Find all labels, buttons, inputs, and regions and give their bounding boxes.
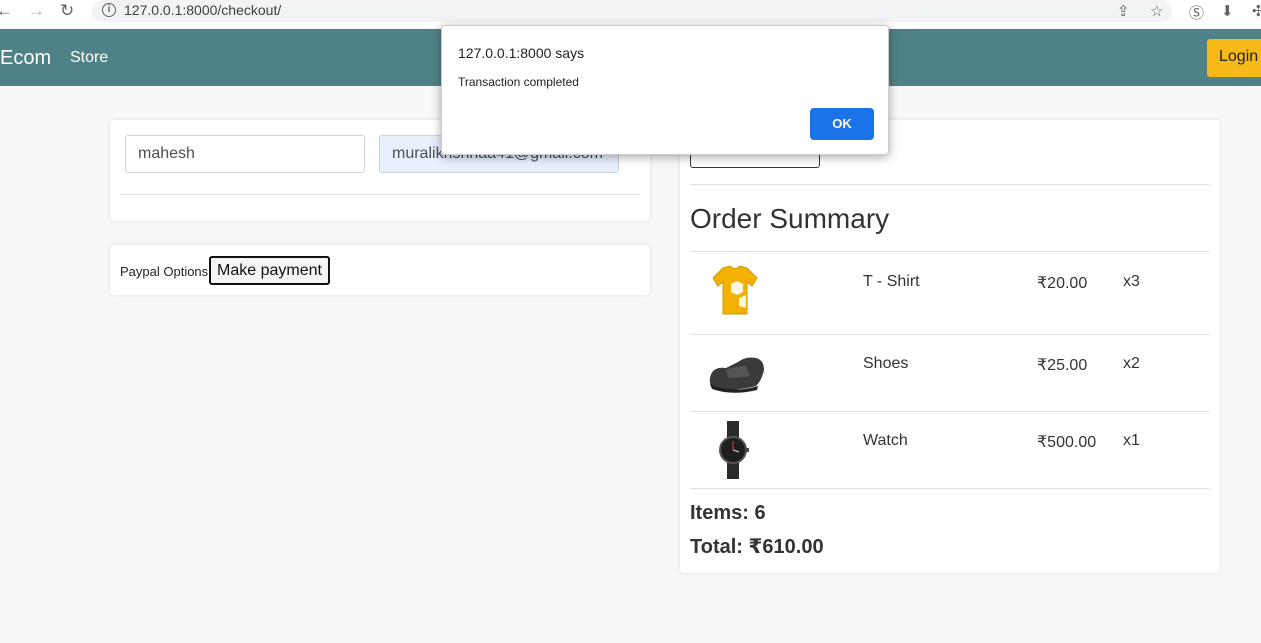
- name-input[interactable]: mahesh: [125, 135, 365, 173]
- share-icon[interactable]: ⇪: [1117, 2, 1130, 20]
- alert-dialog: 127.0.0.1:8000 says Transaction complete…: [441, 25, 889, 155]
- puzzle-extension-icon[interactable]: ✣: [1252, 2, 1261, 20]
- order-summary-card: Order Summary T - Shirt ₹20.00 x3 Shoes …: [680, 120, 1220, 573]
- item-name: Watch: [863, 432, 908, 449]
- row-divider: [690, 488, 1210, 489]
- paypal-options-label: Paypal Options: [120, 264, 209, 279]
- item-price: ₹25.00: [1037, 357, 1088, 374]
- url-text[interactable]: 127.0.0.1:8000/checkout/: [124, 2, 281, 18]
- summary-title: Order Summary: [690, 203, 890, 234]
- order-item-row: Shoes ₹25.00 x2: [690, 334, 1210, 411]
- payment-options-card: Paypal Options Make payment: [110, 245, 650, 295]
- bookmark-star-icon[interactable]: ☆: [1150, 2, 1163, 20]
- alert-ok-button[interactable]: OK: [810, 108, 874, 140]
- site-info-icon[interactable]: i: [102, 3, 116, 17]
- login-button[interactable]: Login: [1207, 39, 1261, 77]
- watch-icon: [702, 421, 768, 479]
- item-name: Shoes: [863, 355, 909, 372]
- browser-toolbar: ← → ↻ i 127.0.0.1:8000/checkout/ ⇪ ☆ Ⓢ ⬇…: [0, 0, 1261, 28]
- items-count: Items: 6: [690, 502, 766, 524]
- brand-logo[interactable]: Ecom: [0, 47, 51, 70]
- alert-message: Transaction completed: [458, 75, 579, 89]
- summary-divider: [690, 184, 1210, 185]
- skype-extension-icon[interactable]: Ⓢ: [1189, 2, 1204, 23]
- item-name: T - Shirt: [863, 273, 920, 290]
- order-item-row: Watch ₹500.00 x1: [690, 411, 1210, 488]
- forward-arrow-icon[interactable]: →: [28, 2, 45, 20]
- order-total: Total: ₹610.00: [690, 536, 824, 558]
- store-link[interactable]: Store: [70, 49, 108, 67]
- item-quantity: x3: [1123, 273, 1140, 290]
- alert-title: 127.0.0.1:8000 says: [458, 45, 585, 61]
- item-quantity: x2: [1123, 355, 1140, 372]
- download-extension-icon[interactable]: ⬇: [1221, 2, 1234, 20]
- item-price: ₹500.00: [1037, 434, 1097, 451]
- shoe-icon: [702, 344, 768, 402]
- back-arrow-icon[interactable]: ←: [0, 2, 13, 20]
- make-payment-button[interactable]: Make payment: [209, 256, 330, 285]
- form-divider: [120, 194, 640, 195]
- item-quantity: x1: [1123, 432, 1140, 449]
- tshirt-icon: [702, 262, 768, 320]
- reload-icon[interactable]: ↻: [60, 2, 74, 20]
- order-item-row: T - Shirt ₹20.00 x3: [690, 252, 1210, 329]
- item-price: ₹20.00: [1037, 275, 1088, 292]
